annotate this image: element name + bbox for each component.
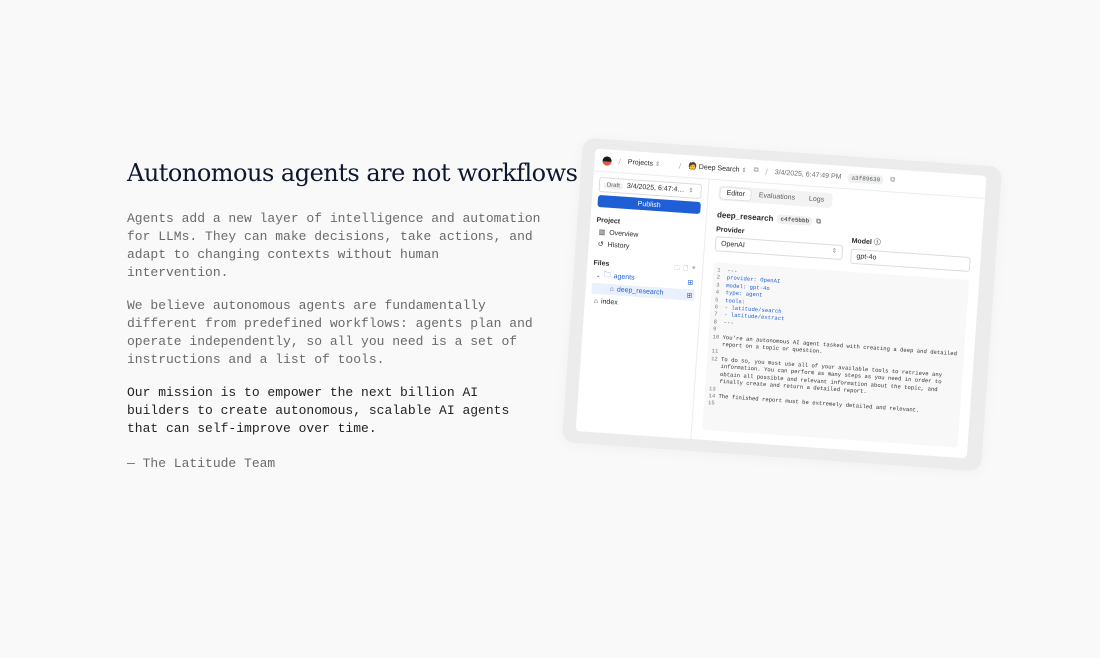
document-title: deep_research — [716, 210, 774, 224]
chevron-down-icon: ⌄ — [595, 272, 601, 280]
agent-file-icon: ⌂ — [609, 285, 615, 294]
project-emoji-icon: 🧑 — [687, 163, 698, 171]
add-file-icon[interactable]: ⊞ — [687, 278, 693, 286]
breadcrumb-separator-icon: / — [765, 167, 769, 177]
provider-field: Provider OpenAI ⇕ — [714, 226, 844, 263]
intro-paragraph: Agents add a new layer of intelligence a… — [127, 211, 541, 280]
version-hash-badge: a3f89630 — [848, 172, 884, 185]
agent-file-icon: ⌂ — [593, 297, 599, 306]
sidebar-item-label: Overview — [608, 229, 639, 239]
chevron-updown-icon: ⇕ — [831, 248, 838, 255]
sidebar: Draft 3/4/2025, 6:47:4… ⇕ Publish Projec… — [575, 170, 710, 440]
line-text: --- — [723, 318, 734, 327]
info-icon[interactable]: ⓘ — [873, 239, 880, 246]
tree-item-label: deep_research — [616, 286, 664, 297]
model-field: Model ⓘ gpt-4o — [850, 236, 972, 273]
projects-label: Projects — [627, 158, 654, 168]
draft-badge: Draft — [603, 181, 624, 190]
provider-value: OpenAI — [720, 240, 746, 250]
publish-button[interactable]: Publish — [597, 194, 701, 215]
project-dropdown[interactable]: 🧑 Deep Search ⇕ — [688, 162, 747, 174]
belief-paragraph: We believe autonomous agents are fundame… — [127, 298, 533, 367]
file-actions: 🗀 🗋 ⚭ — [674, 263, 697, 275]
model-value: gpt-4o — [856, 253, 877, 262]
document-hash-badge: c4fe5bbb — [777, 214, 813, 226]
breadcrumb-separator-icon: / — [678, 160, 682, 171]
projects-dropdown[interactable]: Projects ⇕ — [628, 158, 661, 167]
tab-logs[interactable]: Logs — [803, 193, 831, 206]
tab-editor[interactable]: Editor — [720, 187, 752, 201]
app-window: / Projects ⇕ / 🧑 Deep Search ⇕ ⧉ / 3/4/2… — [575, 148, 987, 459]
draft-value: 3/4/2025, 6:47:4… — [626, 182, 685, 194]
editor-panel: Editor Evaluations Logs deep_research c4… — [691, 179, 985, 459]
attach-icon[interactable]: ⚭ — [691, 265, 697, 275]
tab-evaluations[interactable]: Evaluations — [752, 190, 801, 204]
breadcrumb-separator-icon: / — [618, 156, 622, 166]
add-file-icon[interactable]: ⊞ — [686, 291, 692, 299]
editor-tabs: Editor Evaluations Logs — [718, 185, 833, 209]
sidebar-item-label: History — [607, 241, 630, 250]
hero-copy: Autonomous agents are not workflows Agen… — [127, 156, 578, 473]
chevron-updown-icon: ⇕ — [654, 161, 661, 168]
project-name: Deep Search — [698, 163, 740, 174]
chevron-updown-icon: ⇕ — [688, 188, 694, 195]
chart-icon: ▥ — [598, 229, 606, 237]
chevron-updown-icon: ⇕ — [741, 167, 747, 175]
copy-icon[interactable]: ⧉ — [816, 218, 821, 226]
copy-icon[interactable]: ⧉ — [753, 167, 758, 175]
mission-paragraph: Our mission is to empower the next billi… — [127, 385, 510, 436]
headline: Autonomous agents are not workflows — [127, 159, 578, 187]
sidebar-item-history[interactable]: ↺ History — [594, 240, 697, 255]
model-label: Model — [851, 237, 873, 247]
folder-icon: 🗀 — [603, 271, 611, 279]
signature: — The Latitude Team — [127, 456, 276, 471]
latitude-logo-icon — [602, 155, 612, 166]
history-icon: ↺ — [597, 241, 604, 249]
new-file-icon[interactable]: 🗋 — [683, 264, 689, 274]
tree-item-label: agents — [613, 273, 635, 282]
files-section-title: Files — [593, 259, 610, 268]
new-folder-icon[interactable]: 🗀 — [674, 263, 681, 273]
product-mockup: / Projects ⇕ / 🧑 Deep Search ⇕ ⧉ / 3/4/2… — [561, 137, 1003, 472]
prompt-code-editor[interactable]: 1 --- 2 provider: OpenAI 3 model: gpt-4o 4 type… — [702, 262, 970, 448]
copy-icon[interactable]: ⧉ — [890, 176, 895, 184]
tree-item-label: index — [600, 298, 618, 307]
line-number: 15 — [707, 399, 715, 407]
version-time: 3/4/2025, 6:47:49 PM — [774, 168, 842, 181]
